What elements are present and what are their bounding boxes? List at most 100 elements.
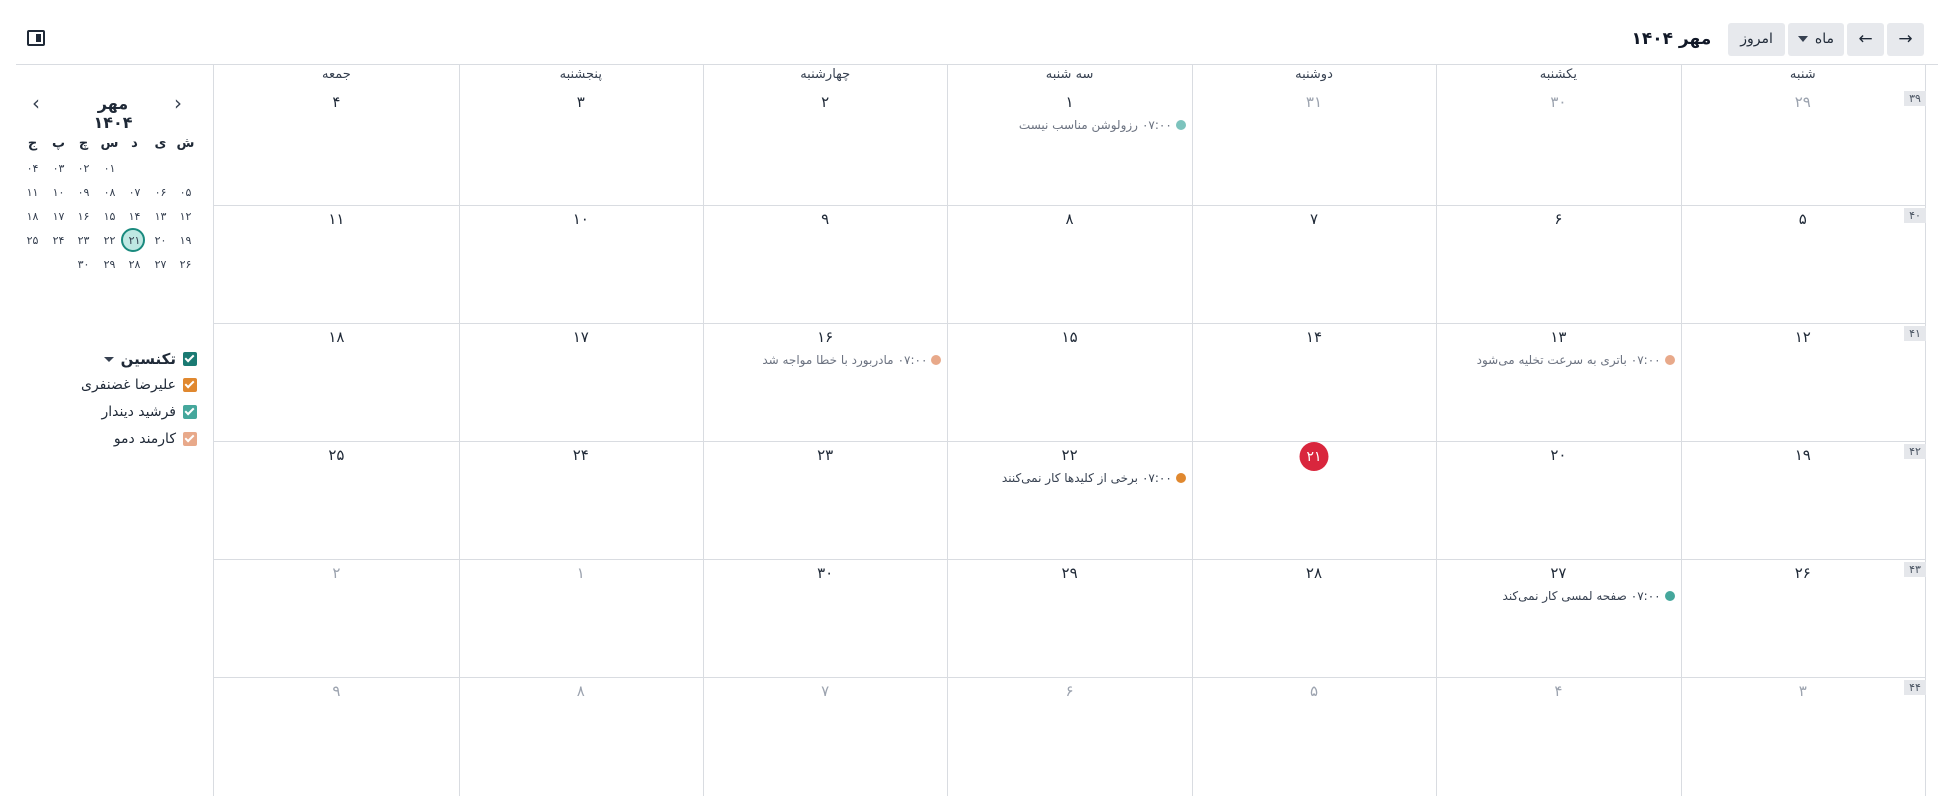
- day-cell[interactable]: ۲۰: [1436, 446, 1680, 556]
- day-cell[interactable]: ۱۸: [214, 328, 458, 438]
- day-cell[interactable]: ۲۹: [947, 564, 1191, 674]
- mini-day[interactable]: ۲۴: [46, 234, 71, 247]
- day-cell[interactable]: ۱۲: [1681, 328, 1925, 438]
- day-cell[interactable]: ۱: [947, 93, 1191, 203]
- day-cell[interactable]: ۹: [703, 210, 947, 320]
- day-cell[interactable]: ۱۱: [214, 210, 458, 320]
- mini-day[interactable]: ۰۹: [71, 186, 96, 199]
- calendar-event[interactable]: ۰۷:۰۰ باتری به سرعت تخلیه می‌شود: [1477, 353, 1675, 367]
- mini-day[interactable]: ۱۱: [20, 186, 45, 199]
- filter-item[interactable]: فرشید دیندار: [101, 404, 197, 420]
- day-cell[interactable]: ۹: [214, 682, 458, 792]
- mini-day[interactable]: ۱۳: [148, 210, 173, 223]
- day-cell[interactable]: ۶: [1436, 210, 1680, 320]
- mini-day[interactable]: ۰۴: [20, 162, 45, 175]
- mini-day[interactable]: ۱۵: [97, 210, 122, 223]
- mini-prev-icon[interactable]: ‹: [32, 91, 40, 115]
- day-cell[interactable]: ۳۱: [1192, 93, 1436, 203]
- filter-item[interactable]: کارمند دمو: [114, 431, 197, 447]
- day-cell[interactable]: ۳: [459, 93, 703, 203]
- day-cell[interactable]: ۴: [214, 93, 458, 203]
- day-cell[interactable]: ۱۹: [1681, 446, 1925, 556]
- calendar-event[interactable]: ۰۷:۰۰ رزولوشن مناسب نیست: [1019, 118, 1186, 132]
- mini-day[interactable]: ۲۷: [148, 258, 173, 271]
- day-cell[interactable]: ۸: [459, 682, 703, 792]
- day-cell[interactable]: ۱۷: [459, 328, 703, 438]
- day-cell[interactable]: ۵: [1192, 682, 1436, 792]
- mini-day[interactable]: ۲۰: [148, 234, 173, 247]
- mini-day[interactable]: ۰۷: [122, 186, 147, 199]
- day-number: ۴: [1554, 682, 1563, 700]
- day-cell[interactable]: ۱۶: [703, 328, 947, 438]
- day-cell[interactable]: ۱۰: [459, 210, 703, 320]
- mini-calendar-title: مهر ۱۴۰۴: [93, 94, 133, 132]
- filter-checkbox[interactable]: [183, 378, 197, 392]
- calendar-event[interactable]: ۰۷:۰۰ مادربورد با خطا مواجه شد: [762, 353, 942, 367]
- prev-period-button[interactable]: ←: [1847, 22, 1884, 56]
- mini-day[interactable]: ۱۶: [71, 210, 96, 223]
- day-cell[interactable]: ۷: [703, 682, 947, 792]
- day-cell[interactable]: ۲۳: [703, 446, 947, 556]
- mini-weekday-header: ش: [176, 136, 195, 151]
- day-cell[interactable]: ۲۴: [459, 446, 703, 556]
- mini-day[interactable]: ۰۵: [173, 186, 198, 199]
- mini-day[interactable]: ۳۰: [71, 258, 96, 271]
- mini-day[interactable]: ۲۵: [20, 234, 45, 247]
- day-cell[interactable]: ۸: [947, 210, 1191, 320]
- mini-day[interactable]: ۰۶: [148, 186, 173, 199]
- mini-day[interactable]: ۲۲: [97, 234, 122, 247]
- caret-down-icon[interactable]: [103, 356, 114, 362]
- day-cell[interactable]: ۳: [1681, 682, 1925, 792]
- day-cell[interactable]: ۳۰: [703, 564, 947, 674]
- mini-day[interactable]: ۰۳: [46, 162, 71, 175]
- next-period-button[interactable]: →: [1887, 22, 1924, 56]
- grid-row-divider: [214, 677, 1925, 678]
- mini-day[interactable]: ۰۱: [97, 162, 122, 175]
- mini-day[interactable]: ۲۶: [173, 258, 198, 271]
- mini-day[interactable]: ۱۴: [122, 210, 147, 223]
- day-cell[interactable]: ۳۰: [1436, 93, 1680, 203]
- day-cell[interactable]: ۴: [1436, 682, 1680, 792]
- day-cell[interactable]: ۶: [947, 682, 1191, 792]
- day-cell[interactable]: ۲۵: [214, 446, 458, 556]
- day-cell[interactable]: ۲۶: [1681, 564, 1925, 674]
- mini-day[interactable]: ۱۰: [46, 186, 71, 199]
- day-cell[interactable]: ۲۹: [1681, 93, 1925, 203]
- mini-day[interactable]: ۰۲: [71, 162, 96, 175]
- mini-day[interactable]: ۰۸: [97, 186, 122, 199]
- day-cell[interactable]: ۲۸: [1192, 564, 1436, 674]
- day-cell[interactable]: ۱۳: [1436, 328, 1680, 438]
- day-cell[interactable]: ۲۷: [1436, 564, 1680, 674]
- mini-day[interactable]: ۱۷: [46, 210, 71, 223]
- filter-checkbox[interactable]: [183, 432, 197, 446]
- select-all-checkbox[interactable]: [183, 352, 197, 366]
- today-button[interactable]: امروز: [1728, 22, 1785, 56]
- day-number: ۱۷: [572, 328, 589, 346]
- day-cell[interactable]: ۲: [214, 564, 458, 674]
- day-cell[interactable]: ۵: [1681, 210, 1925, 320]
- day-cell[interactable]: ۲۱: [1192, 442, 1436, 556]
- day-number: ۲۲: [1061, 446, 1078, 464]
- scale-dropdown[interactable]: ماه: [1787, 22, 1844, 56]
- mini-day[interactable]: ۱۹: [173, 234, 198, 247]
- filter-checkbox[interactable]: [183, 405, 197, 419]
- mini-next-icon[interactable]: ›: [174, 91, 182, 115]
- calendar-event[interactable]: ۰۷:۰۰ صفحه لمسی کار نمی‌کند: [1503, 589, 1675, 603]
- day-cell[interactable]: ۲: [703, 93, 947, 203]
- filter-section-header[interactable]: تکنسین: [103, 350, 197, 368]
- calendar-event[interactable]: ۰۷:۰۰ برخی از کلیدها کار نمی‌کنند: [1002, 471, 1186, 485]
- mini-day[interactable]: ۲۱: [122, 234, 147, 247]
- filter-item[interactable]: علیرضا غضنفری: [81, 377, 197, 393]
- day-cell[interactable]: ۱: [459, 564, 703, 674]
- day-cell[interactable]: ۱۵: [947, 328, 1191, 438]
- mini-day[interactable]: ۲۸: [122, 258, 147, 271]
- mini-day[interactable]: ۱۸: [20, 210, 45, 223]
- mini-day[interactable]: ۲۳: [71, 234, 96, 247]
- day-cell[interactable]: ۱۴: [1192, 328, 1436, 438]
- day-cell[interactable]: ۲۲: [947, 446, 1191, 556]
- day-cell[interactable]: ۷: [1192, 210, 1436, 320]
- mini-day[interactable]: ۲۹: [97, 258, 122, 271]
- sidebar-toggle-icon[interactable]: [27, 30, 45, 46]
- day-number: ۳۱: [1305, 93, 1323, 111]
- mini-day[interactable]: ۱۲: [173, 210, 198, 223]
